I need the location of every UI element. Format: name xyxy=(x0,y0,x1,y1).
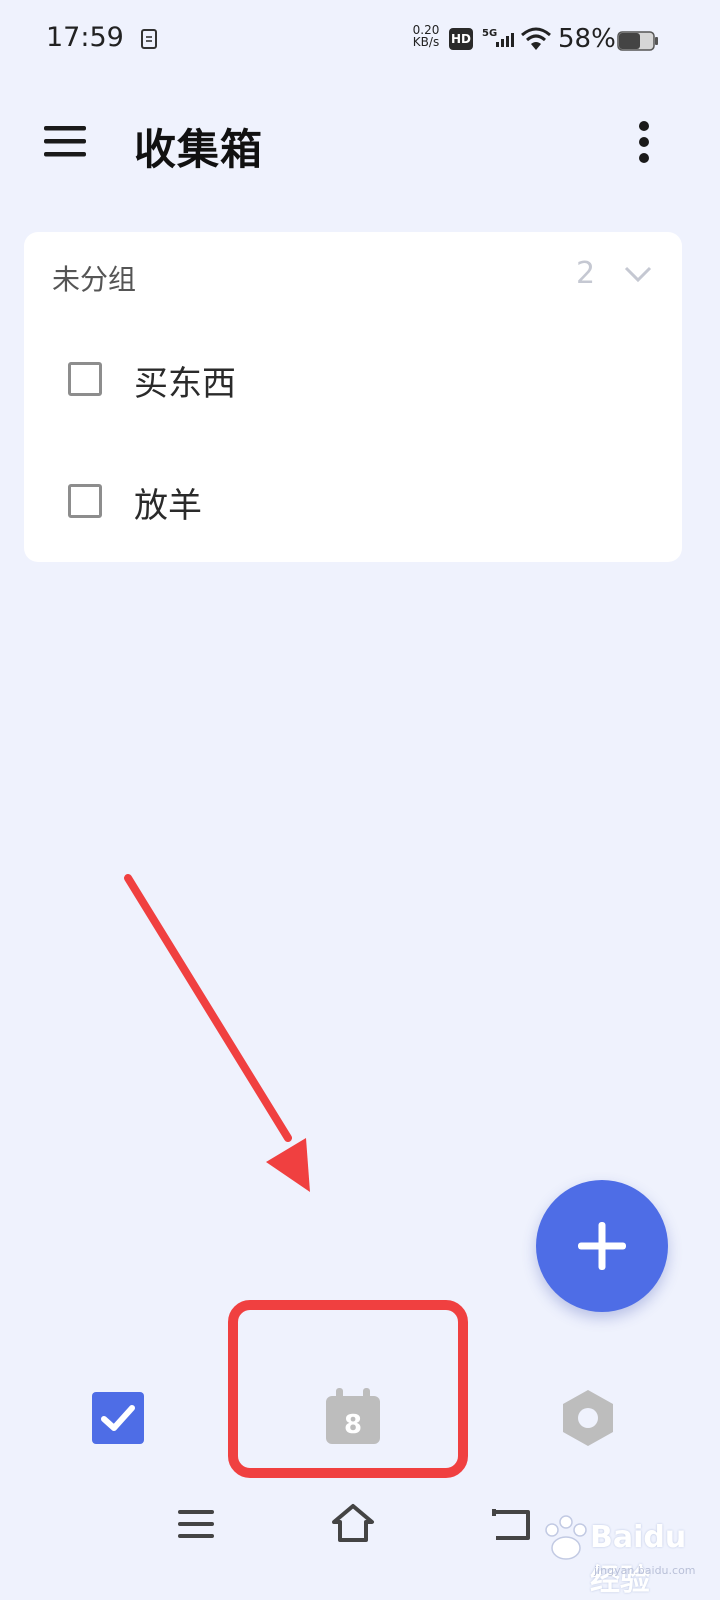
plus-icon xyxy=(578,1222,626,1270)
task-label: 放羊 xyxy=(134,486,202,526)
group-title[interactable]: 未分组 xyxy=(52,258,136,298)
tab-tasks[interactable] xyxy=(92,1392,144,1444)
signal-5g-icon: 5G xyxy=(482,28,514,47)
nav-home-icon[interactable] xyxy=(328,1500,378,1546)
page-title: 收集箱 xyxy=(134,125,264,174)
task-checkbox[interactable] xyxy=(68,362,102,396)
paw-logo-icon xyxy=(545,1515,587,1560)
document-notification-icon xyxy=(141,29,157,49)
watermark: Baidu经验 jingyan.baidu.com xyxy=(540,1508,710,1598)
status-time: 17:59 xyxy=(46,22,124,53)
watermark-text: Baidu经验 xyxy=(590,1520,687,1598)
chevron-down-icon[interactable] xyxy=(622,262,654,286)
task-checkbox[interactable] xyxy=(68,484,102,518)
group-count: 2 xyxy=(576,256,596,291)
menu-icon[interactable] xyxy=(38,118,94,166)
task-label: 买东西 xyxy=(134,364,236,404)
wifi-icon xyxy=(521,27,551,50)
hd-badge: HD xyxy=(449,28,473,50)
add-task-button[interactable] xyxy=(536,1180,668,1312)
list-item[interactable]: 买东西 xyxy=(24,328,682,438)
list-item[interactable]: 放羊 xyxy=(24,450,682,560)
battery-percent: 58% xyxy=(558,24,616,54)
annotation-highlight-box xyxy=(228,1300,468,1478)
settings-hex-icon[interactable] xyxy=(560,1388,616,1448)
group-card: 未分组 2 买东西 放羊 xyxy=(24,232,682,562)
watermark-sub: jingyan.baidu.com xyxy=(594,1564,696,1577)
nav-menu-icon[interactable] xyxy=(176,1506,216,1542)
more-vertical-icon[interactable] xyxy=(622,116,666,168)
check-square-icon xyxy=(92,1392,144,1444)
svg-text:5G: 5G xyxy=(482,28,497,39)
annotation-arrow xyxy=(124,874,310,1192)
battery-icon xyxy=(617,31,658,51)
nav-back-icon[interactable] xyxy=(488,1506,534,1544)
network-speed: 0.20 KB/s xyxy=(412,23,440,49)
